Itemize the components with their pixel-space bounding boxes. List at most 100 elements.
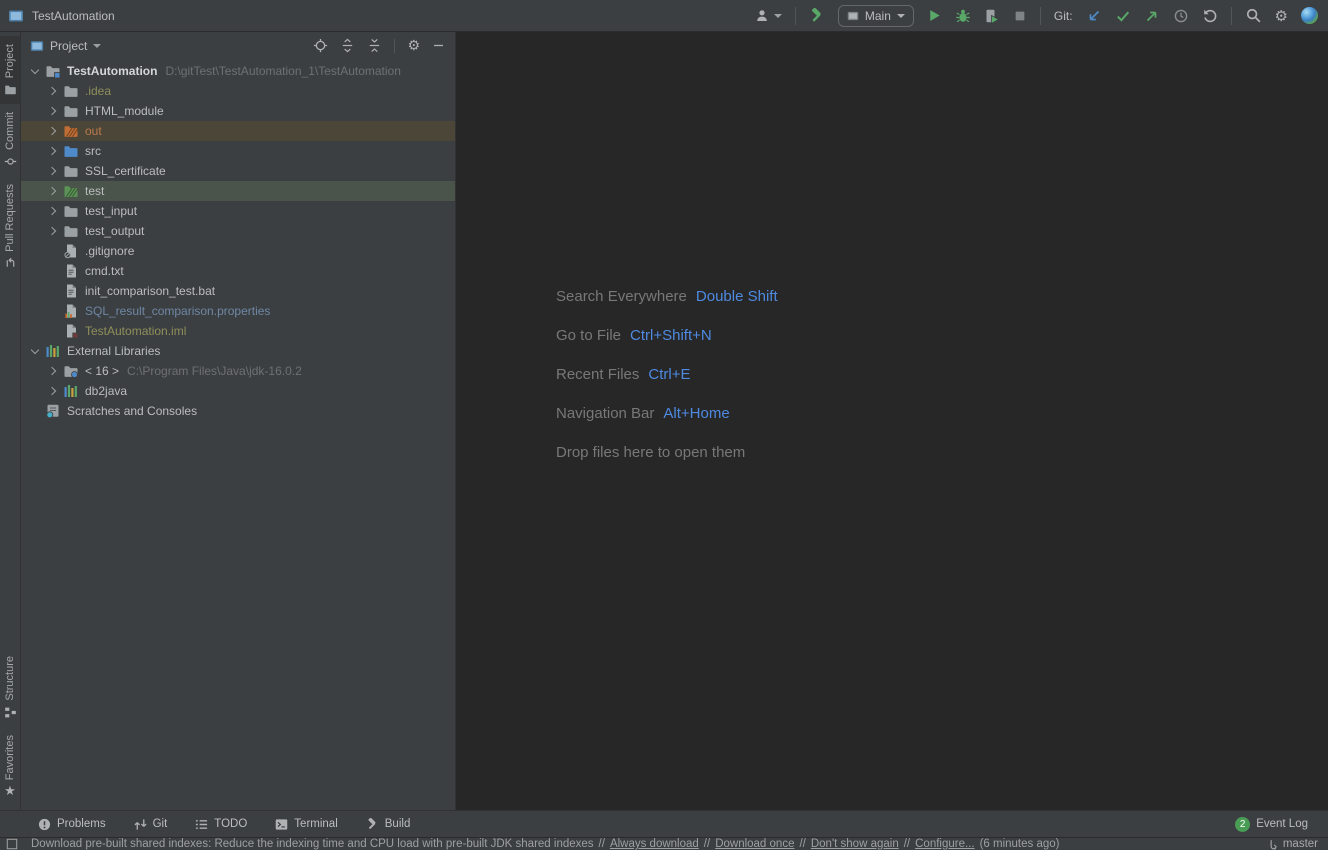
profile-sphere-icon[interactable] — [1301, 7, 1318, 24]
toolbar-separator — [795, 7, 796, 25]
debug-bug-icon[interactable] — [955, 8, 971, 24]
window-title: TestAutomation — [32, 9, 115, 23]
user-icon — [755, 8, 771, 24]
tool-button-terminal[interactable]: Terminal — [275, 818, 337, 831]
tool-button-git[interactable]: Git — [134, 818, 168, 831]
stop-icon[interactable] — [1013, 9, 1027, 23]
settings-gear-icon[interactable]: ⚙ — [1275, 8, 1288, 24]
tree-item-html-module[interactable]: HTML_module — [21, 101, 455, 121]
run-icon[interactable] — [927, 8, 942, 23]
toolbar-separator — [1231, 7, 1232, 25]
toolbar-separator — [1040, 7, 1041, 25]
configure-link[interactable]: Configure... — [915, 838, 974, 850]
git-commit-check-icon[interactable] — [1115, 8, 1131, 24]
chevron-right-icon[interactable] — [46, 225, 59, 238]
user-profile-button[interactable] — [755, 8, 782, 24]
git-push-icon[interactable] — [1144, 8, 1160, 24]
stripe-item-project[interactable]: Project — [0, 36, 20, 104]
stripe-label-commit: Commit — [4, 112, 16, 150]
chevron-right-icon[interactable] — [46, 85, 59, 98]
gitignore-file-icon — [63, 243, 79, 259]
chevron-down-icon[interactable] — [28, 345, 41, 358]
history-clock-icon[interactable] — [1173, 8, 1189, 24]
build-hammer-icon[interactable] — [809, 8, 825, 24]
tree-item-gitignore[interactable]: .gitignore — [21, 241, 455, 261]
git-branch-widget[interactable]: master — [1268, 838, 1318, 850]
collapse-all-icon[interactable] — [367, 38, 382, 53]
shortcut-go-to-file: Go to FileCtrl+Shift+N — [556, 327, 778, 347]
chevron-right-icon[interactable] — [46, 105, 59, 118]
folder-icon — [63, 163, 79, 179]
rollback-icon[interactable] — [1202, 8, 1218, 24]
terminal-icon — [275, 818, 288, 831]
event-log-badge: 2 — [1235, 817, 1250, 832]
tree-item-label: db2java — [85, 384, 127, 398]
project-panel-title[interactable]: Project — [50, 39, 87, 53]
tree-item-test[interactable]: test — [21, 181, 455, 201]
excluded-folder-icon — [63, 123, 79, 139]
chevron-right-icon[interactable] — [46, 385, 59, 398]
dont-show-again-link[interactable]: Don't show again — [811, 838, 899, 850]
event-log-button[interactable]: 2 Event Log — [1235, 817, 1308, 832]
tree-item-label: src — [85, 144, 101, 158]
tool-button-problems[interactable]: Problems — [38, 818, 106, 831]
project-tree: TestAutomation D:\gitTest\TestAutomation… — [21, 61, 455, 421]
chevron-right-icon[interactable] — [46, 125, 59, 138]
tree-item-label: .gitignore — [85, 244, 134, 258]
tree-item-ssl-certificate[interactable]: SSL_certificate — [21, 161, 455, 181]
tree-item-out[interactable]: out — [21, 121, 455, 141]
chevron-right-icon[interactable] — [46, 365, 59, 378]
stripe-item-pull-requests[interactable]: Pull Requests — [0, 176, 20, 278]
chevron-down-icon[interactable] — [93, 44, 101, 48]
tree-item-init-comparison-test-bat[interactable]: init_comparison_test.bat — [21, 281, 455, 301]
panel-settings-gear-icon[interactable]: ⚙ — [407, 38, 420, 54]
always-download-link[interactable]: Always download — [610, 838, 699, 850]
search-icon[interactable] — [1245, 7, 1262, 24]
tree-item-external-libraries[interactable]: External Libraries — [21, 341, 455, 361]
project-view-icon — [30, 39, 44, 53]
download-once-link[interactable]: Download once — [715, 838, 794, 850]
chevron-right-icon[interactable] — [46, 205, 59, 218]
locate-icon[interactable] — [313, 38, 328, 53]
run-config-icon — [847, 10, 859, 22]
branch-name: master — [1283, 838, 1318, 850]
run-configuration-select[interactable]: Main — [838, 5, 914, 27]
stripe-label-structure: Structure — [4, 656, 16, 701]
run-with-coverage-icon[interactable] — [984, 8, 1000, 24]
stripe-item-commit[interactable]: Commit — [0, 104, 20, 176]
editor-area[interactable]: Search EverywhereDouble Shift Go to File… — [457, 32, 1328, 810]
shortcut-keys: Double Shift — [696, 288, 778, 305]
project-folder-icon — [4, 83, 17, 96]
stripe-label-favorites: Favorites — [4, 735, 16, 780]
expand-all-icon[interactable] — [340, 38, 355, 53]
tree-item-test-output[interactable]: test_output — [21, 221, 455, 241]
tree-item-jdk-16[interactable]: < 16 > C:\Program Files\Java\jdk-16.0.2 — [21, 361, 455, 381]
tool-button-todo[interactable]: TODO — [195, 818, 247, 831]
chevron-right-icon[interactable] — [46, 145, 59, 158]
editor-shortcut-hints: Search EverywhereDouble Shift Go to File… — [556, 288, 778, 483]
tree-item-label: TestAutomation.iml — [85, 324, 186, 338]
tool-button-build[interactable]: Build — [366, 818, 411, 831]
tree-item-testautomation[interactable]: TestAutomation D:\gitTest\TestAutomation… — [21, 61, 455, 81]
library-icon — [63, 383, 79, 399]
tree-item-testautomation-iml[interactable]: TestAutomation.iml — [21, 321, 455, 341]
stripe-item-favorites[interactable]: Favorites ★ — [0, 727, 20, 806]
chevron-right-icon[interactable] — [46, 165, 59, 178]
tree-item-idea[interactable]: .idea — [21, 81, 455, 101]
stripe-item-structure[interactable]: Structure — [0, 648, 20, 727]
tool-window-switcher-icon[interactable] — [6, 838, 18, 850]
tree-item-sql-result-comparison-properties[interactable]: SQL_result_comparison.properties — [21, 301, 455, 321]
chevron-down-icon[interactable] — [28, 65, 41, 78]
hide-panel-icon[interactable] — [432, 39, 445, 52]
shortcut-navigation-bar: Navigation BarAlt+Home — [556, 405, 778, 425]
tree-item-cmd-txt[interactable]: cmd.txt — [21, 261, 455, 281]
tree-item-db2java[interactable]: db2java — [21, 381, 455, 401]
tree-item-src[interactable]: src — [21, 141, 455, 161]
chevron-right-icon[interactable] — [46, 185, 59, 198]
tree-item-scratches-and-consoles[interactable]: Scratches and Consoles — [21, 401, 455, 421]
tree-item-label: test_output — [85, 224, 144, 238]
git-update-icon[interactable] — [1086, 8, 1102, 24]
tree-item-test-input[interactable]: test_input — [21, 201, 455, 221]
folder-icon — [63, 83, 79, 99]
project-panel: Project ⚙ TestAutomation D:\gitTest\Test… — [21, 32, 456, 810]
